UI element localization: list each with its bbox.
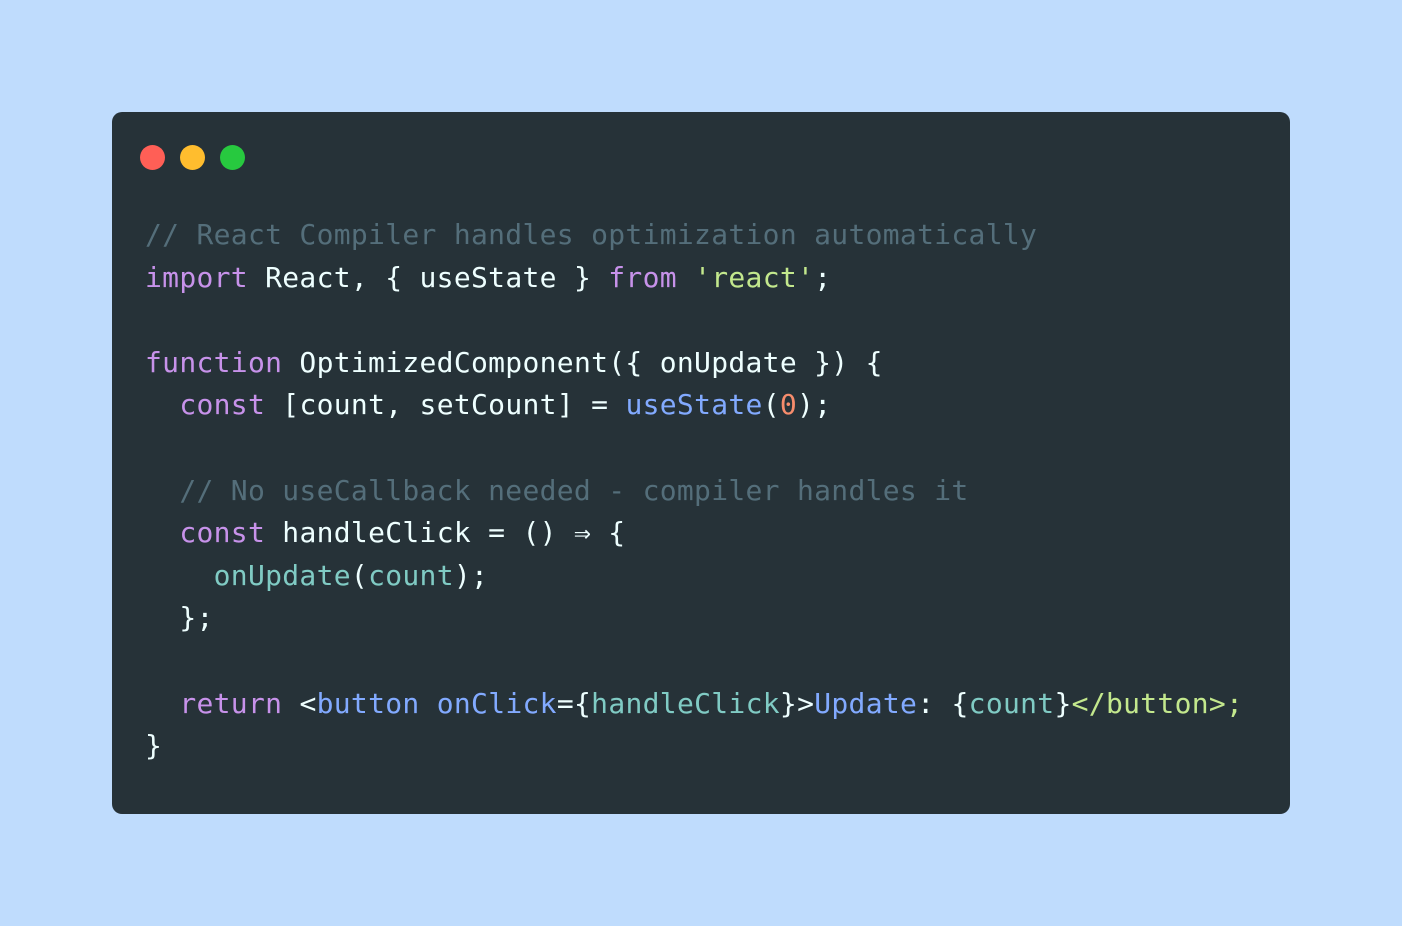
code-line: onUpdate(count);: [145, 555, 1285, 598]
code-token-kw: const: [179, 516, 266, 550]
code-token-plain: }: [145, 729, 163, 763]
close-dot-icon[interactable]: [140, 145, 165, 170]
code-token-comment: // React Compiler handles optimization a…: [145, 218, 1038, 251]
code-token-plain: : {: [917, 686, 969, 720]
code-token-plain: React, { useState }: [247, 260, 609, 294]
code-token-plain: <: [282, 686, 317, 720]
code-token-fn: onClick: [436, 686, 557, 720]
code-line: };: [145, 597, 1285, 640]
code-token-plain: ;: [814, 260, 832, 294]
code-line: function OptimizedComponent({ onUpdate }…: [145, 342, 1285, 385]
code-token-plain: }>: [779, 686, 815, 720]
code-token-plain: );: [453, 558, 489, 592]
code-token-kw: return: [179, 686, 283, 720]
code-token-fn: button: [316, 686, 420, 720]
code-token-kw: const: [179, 388, 266, 422]
code-token-str: </button>;: [1071, 686, 1244, 720]
code-token-comment: // No useCallback needed - compiler hand…: [145, 473, 969, 507]
code-token-fn: Update: [814, 686, 918, 720]
code-line: return <button onClick={handleClick}>Upd…: [145, 683, 1285, 726]
code-token-plain: };: [145, 601, 214, 635]
code-line: // React Compiler handles optimization a…: [145, 214, 1285, 257]
minimize-dot-icon[interactable]: [180, 145, 205, 170]
code-token-var: onUpdate: [213, 558, 351, 592]
code-token-kw: from: [608, 260, 677, 294]
code-token-var: count: [368, 558, 454, 592]
code-token-str: 'react': [694, 260, 815, 294]
code-token-var: handleClick: [591, 686, 780, 720]
code-line: }: [145, 725, 1285, 768]
code-line: const handleClick = () ⇒ {: [145, 512, 1285, 555]
code-token-var: count: [968, 686, 1055, 720]
code-token-plain: );: [797, 388, 832, 422]
code-token-kw: function: [145, 345, 283, 379]
code-line: const [count, setCount] = useState(0);: [145, 384, 1285, 427]
zoom-dot-icon[interactable]: [220, 145, 245, 170]
code-token-plain: OptimizedComponent({ onUpdate }) {: [282, 345, 883, 379]
code-token-num: 0: [779, 388, 798, 422]
code-token-plain: (: [350, 558, 369, 592]
code-token-fn: useState: [625, 388, 763, 422]
code-token-plain: }: [1054, 686, 1072, 720]
code-token-plain: handleClick = () ⇒ {: [265, 516, 626, 550]
window-controls: [140, 145, 245, 170]
code-token-kw: import: [145, 260, 248, 294]
code-block: // React Compiler handles optimization a…: [145, 214, 1285, 768]
code-window: // React Compiler handles optimization a…: [112, 112, 1290, 814]
code-line: // No useCallback needed - compiler hand…: [145, 470, 1285, 513]
code-token-plain: ={: [556, 686, 592, 720]
code-line: import React, { useState } from 'react';: [145, 257, 1285, 300]
code-token-plain: (: [762, 388, 780, 422]
code-token-plain: [count, setCount] =: [265, 388, 626, 422]
